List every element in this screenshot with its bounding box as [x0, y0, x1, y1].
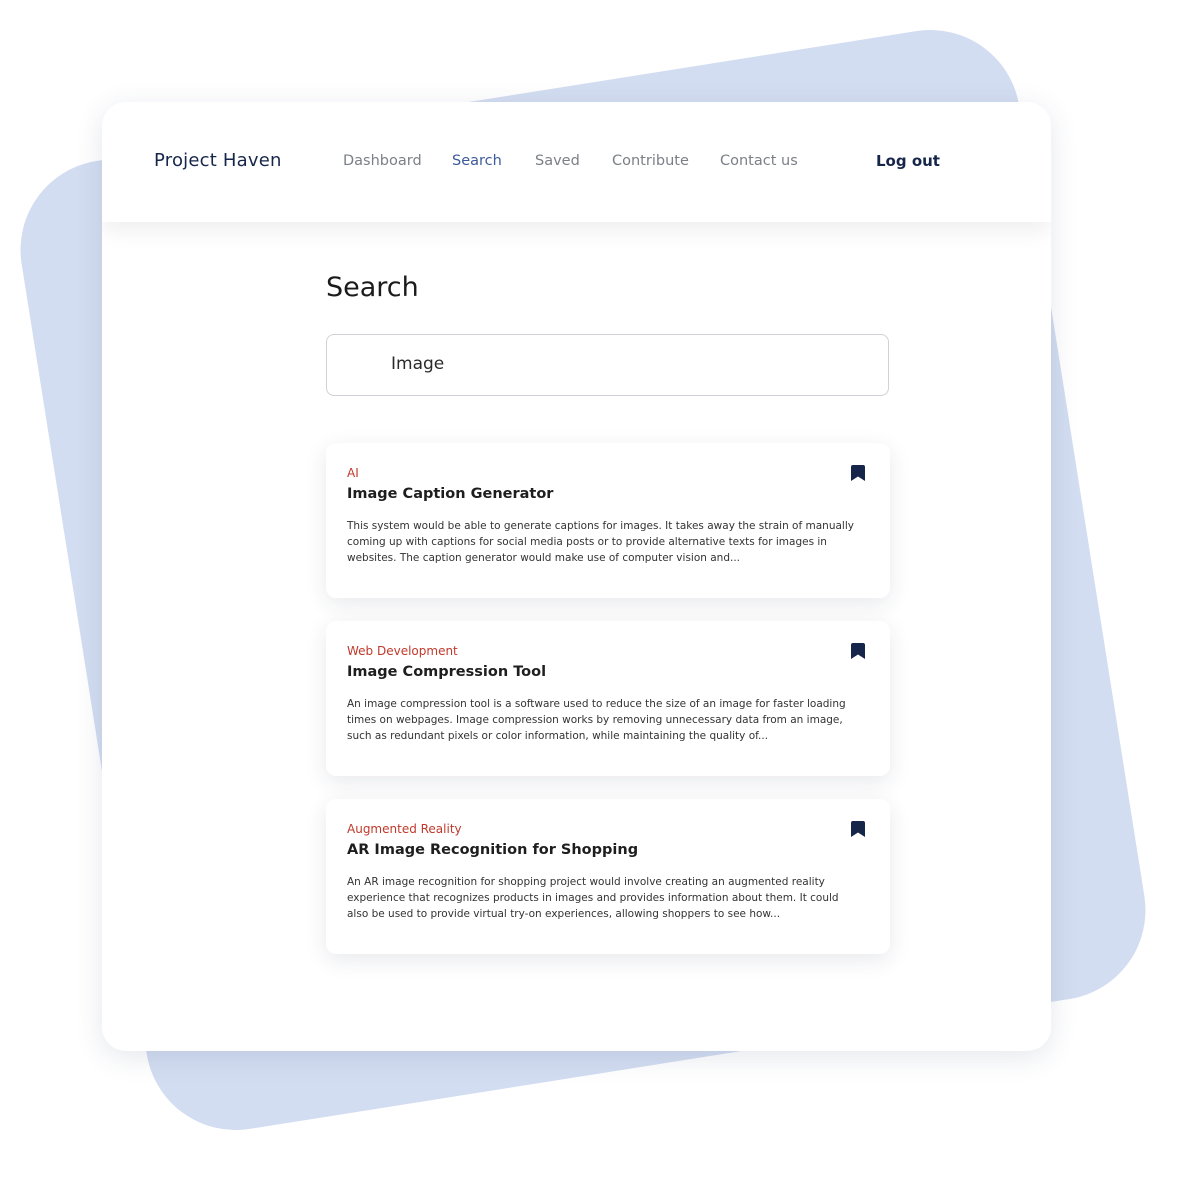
card-category: Augmented Reality — [347, 822, 462, 836]
search-input[interactable]: Image — [326, 334, 889, 396]
card-title[interactable]: Image Compression Tool — [347, 664, 546, 680]
bookmark-icon[interactable] — [851, 465, 865, 481]
nav-link-contribute[interactable]: Contribute — [612, 153, 689, 169]
result-card[interactable]: Web Development Image Compression Tool A… — [326, 621, 890, 776]
bookmark-icon[interactable] — [851, 643, 865, 659]
card-category: AI — [347, 466, 359, 480]
nav-link-dashboard[interactable]: Dashboard — [343, 153, 422, 169]
card-description: This system would be able to generate ca… — [347, 520, 854, 564]
bookmark-icon[interactable] — [851, 821, 865, 837]
nav-link-saved[interactable]: Saved — [535, 153, 580, 169]
nav-link-contact-us[interactable]: Contact us — [720, 153, 798, 169]
result-card[interactable]: AI Image Caption Generator This system w… — [326, 443, 890, 598]
card-description: An AR image recognition for shopping pro… — [347, 876, 839, 920]
app-window: Project Haven Dashboard Search Saved Con… — [102, 102, 1051, 1051]
card-description: An image compression tool is a software … — [347, 698, 846, 742]
logout-button[interactable]: Log out — [876, 152, 940, 170]
top-navbar: Project Haven Dashboard Search Saved Con… — [102, 102, 1051, 222]
search-input-value[interactable]: Image — [391, 354, 444, 374]
result-card[interactable]: Augmented Reality AR Image Recognition f… — [326, 799, 890, 954]
card-title[interactable]: AR Image Recognition for Shopping — [347, 842, 638, 858]
nav-link-search[interactable]: Search — [452, 153, 502, 169]
brand-logo-text[interactable]: Project Haven — [154, 150, 282, 171]
card-title[interactable]: Image Caption Generator — [347, 486, 553, 502]
card-category: Web Development — [347, 644, 458, 658]
page-title: Search — [326, 272, 419, 303]
